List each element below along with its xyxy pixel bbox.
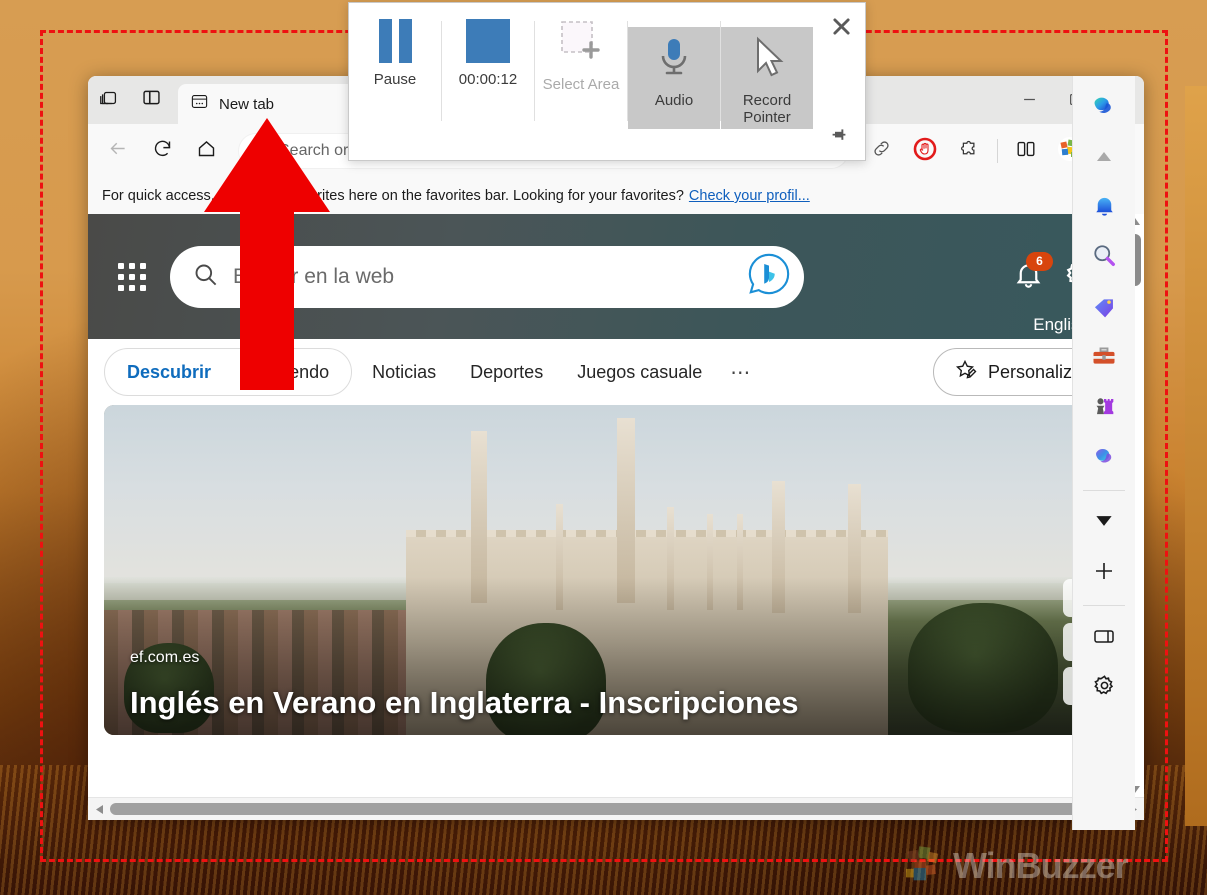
sidebar-divider xyxy=(1083,490,1125,491)
bing-copilot-icon[interactable] xyxy=(746,251,792,302)
star-pencil-icon xyxy=(954,358,978,387)
annotation-red-arrow xyxy=(204,118,330,390)
split-screen-icon xyxy=(1015,138,1037,165)
article-title: Inglés en Verano en Inglaterra - Inscrip… xyxy=(130,685,799,721)
recorder-record-pointer-button[interactable]: Record Pointer xyxy=(721,27,813,129)
sidebar-item-settings[interactable] xyxy=(1082,666,1126,710)
background-window-peek xyxy=(1185,86,1207,826)
shopping-tag-icon xyxy=(1091,292,1118,324)
recorder-timer-label: 00:00:12 xyxy=(458,71,518,88)
magnifier-icon xyxy=(1091,242,1118,274)
microphone-icon xyxy=(654,35,694,84)
recorder-audio-button[interactable]: Audio xyxy=(628,27,720,129)
winbuzzer-watermark: WinBuzzer xyxy=(905,845,1129,887)
sidebar-item-notifications[interactable] xyxy=(1082,186,1126,230)
adblock-button[interactable] xyxy=(905,133,945,169)
recorder-pause-button[interactable]: Pause xyxy=(349,3,441,160)
tab-juegos-casuales[interactable]: Juegos casuale xyxy=(563,362,716,383)
workspaces-icon xyxy=(98,87,120,114)
toolbar-divider xyxy=(997,139,998,163)
sidebar-item-games[interactable] xyxy=(1082,386,1126,430)
tab-deportes[interactable]: Deportes xyxy=(456,362,557,383)
gear-icon xyxy=(1092,673,1117,703)
chevron-down-icon xyxy=(1095,514,1113,532)
sidebar-item-add[interactable] xyxy=(1082,551,1126,595)
recorder-select-area-label: Select Area xyxy=(542,76,620,93)
pause-icon xyxy=(378,19,412,63)
notifications-badge: 6 xyxy=(1026,251,1053,271)
chevron-up-icon xyxy=(1096,149,1112,167)
feed-article-card[interactable]: ef.com.es Inglés en Verano en Inglaterra… xyxy=(104,405,1109,735)
app-launcher-waffle-icon[interactable] xyxy=(112,257,152,297)
adblock-icon xyxy=(913,137,937,166)
workspaces-button[interactable] xyxy=(88,80,130,120)
recorder-stop-timer-button[interactable]: 00:00:12 xyxy=(442,3,534,160)
copy-link-icon xyxy=(871,138,892,164)
article-source: ef.com.es xyxy=(130,649,200,666)
extensions-button[interactable] xyxy=(949,133,989,169)
recorder-pause-label: Pause xyxy=(373,71,417,88)
extension-puzzle-icon xyxy=(959,138,980,164)
recorder-record-pointer-label: Record Pointer xyxy=(742,92,792,127)
minimize-button[interactable] xyxy=(1006,76,1052,122)
bell-icon xyxy=(1091,192,1118,224)
notifications-button[interactable]: 6 xyxy=(1013,251,1053,295)
horizontal-scroll-track[interactable] xyxy=(108,798,1124,820)
select-area-icon xyxy=(559,19,603,68)
screen-recorder-toolbar: Pause 00:00:12 Select Area Audio Record … xyxy=(348,2,866,161)
winbuzzer-logo-icon xyxy=(906,846,939,881)
sidebar-item-microsoft365[interactable] xyxy=(1082,436,1126,480)
edge-sidebar xyxy=(1072,76,1135,830)
sidebar-item-split[interactable] xyxy=(1082,616,1126,660)
feed-more-tabs-button[interactable]: ⋯ xyxy=(722,360,759,385)
tab-actions-menu-icon xyxy=(141,87,162,113)
watermark-text: WinBuzzer xyxy=(953,845,1129,886)
sidebar-item-tools[interactable] xyxy=(1082,336,1126,380)
mouse-pointer-icon xyxy=(747,35,787,84)
horizontal-scroll-thumb[interactable] xyxy=(110,803,1102,815)
sidebar-panel-icon xyxy=(1092,624,1116,653)
plus-icon xyxy=(1092,559,1116,588)
microsoft-365-icon xyxy=(1090,442,1118,475)
sidebar-divider-2 xyxy=(1083,605,1125,606)
notifications-bell-icon xyxy=(1013,263,1044,294)
recorder-close-button[interactable] xyxy=(832,17,851,41)
sidebar-item-copilot[interactable] xyxy=(1082,86,1126,130)
stop-record-icon xyxy=(466,19,510,63)
horizontal-scrollbar[interactable] xyxy=(88,797,1144,820)
chess-games-icon xyxy=(1090,392,1118,425)
copilot-icon xyxy=(1089,91,1119,126)
copy-link-button[interactable] xyxy=(861,133,901,169)
toolbox-icon xyxy=(1090,342,1118,375)
sidebar-item-search[interactable] xyxy=(1082,236,1126,280)
recorder-pin-button[interactable] xyxy=(831,127,847,148)
split-screen-button[interactable] xyxy=(1006,133,1046,169)
sidebar-item-collapse[interactable] xyxy=(1082,136,1126,180)
sidebar-item-expand[interactable] xyxy=(1082,501,1126,545)
scroll-left-button[interactable] xyxy=(90,804,108,815)
recorder-audio-label: Audio xyxy=(654,92,694,109)
sidebar-item-shopping[interactable] xyxy=(1082,286,1126,330)
back-arrow-icon xyxy=(108,138,129,164)
check-profile-link[interactable]: Check your profil... xyxy=(689,188,810,204)
recorder-select-area-button[interactable]: Select Area xyxy=(535,3,627,160)
back-button[interactable] xyxy=(98,133,138,169)
